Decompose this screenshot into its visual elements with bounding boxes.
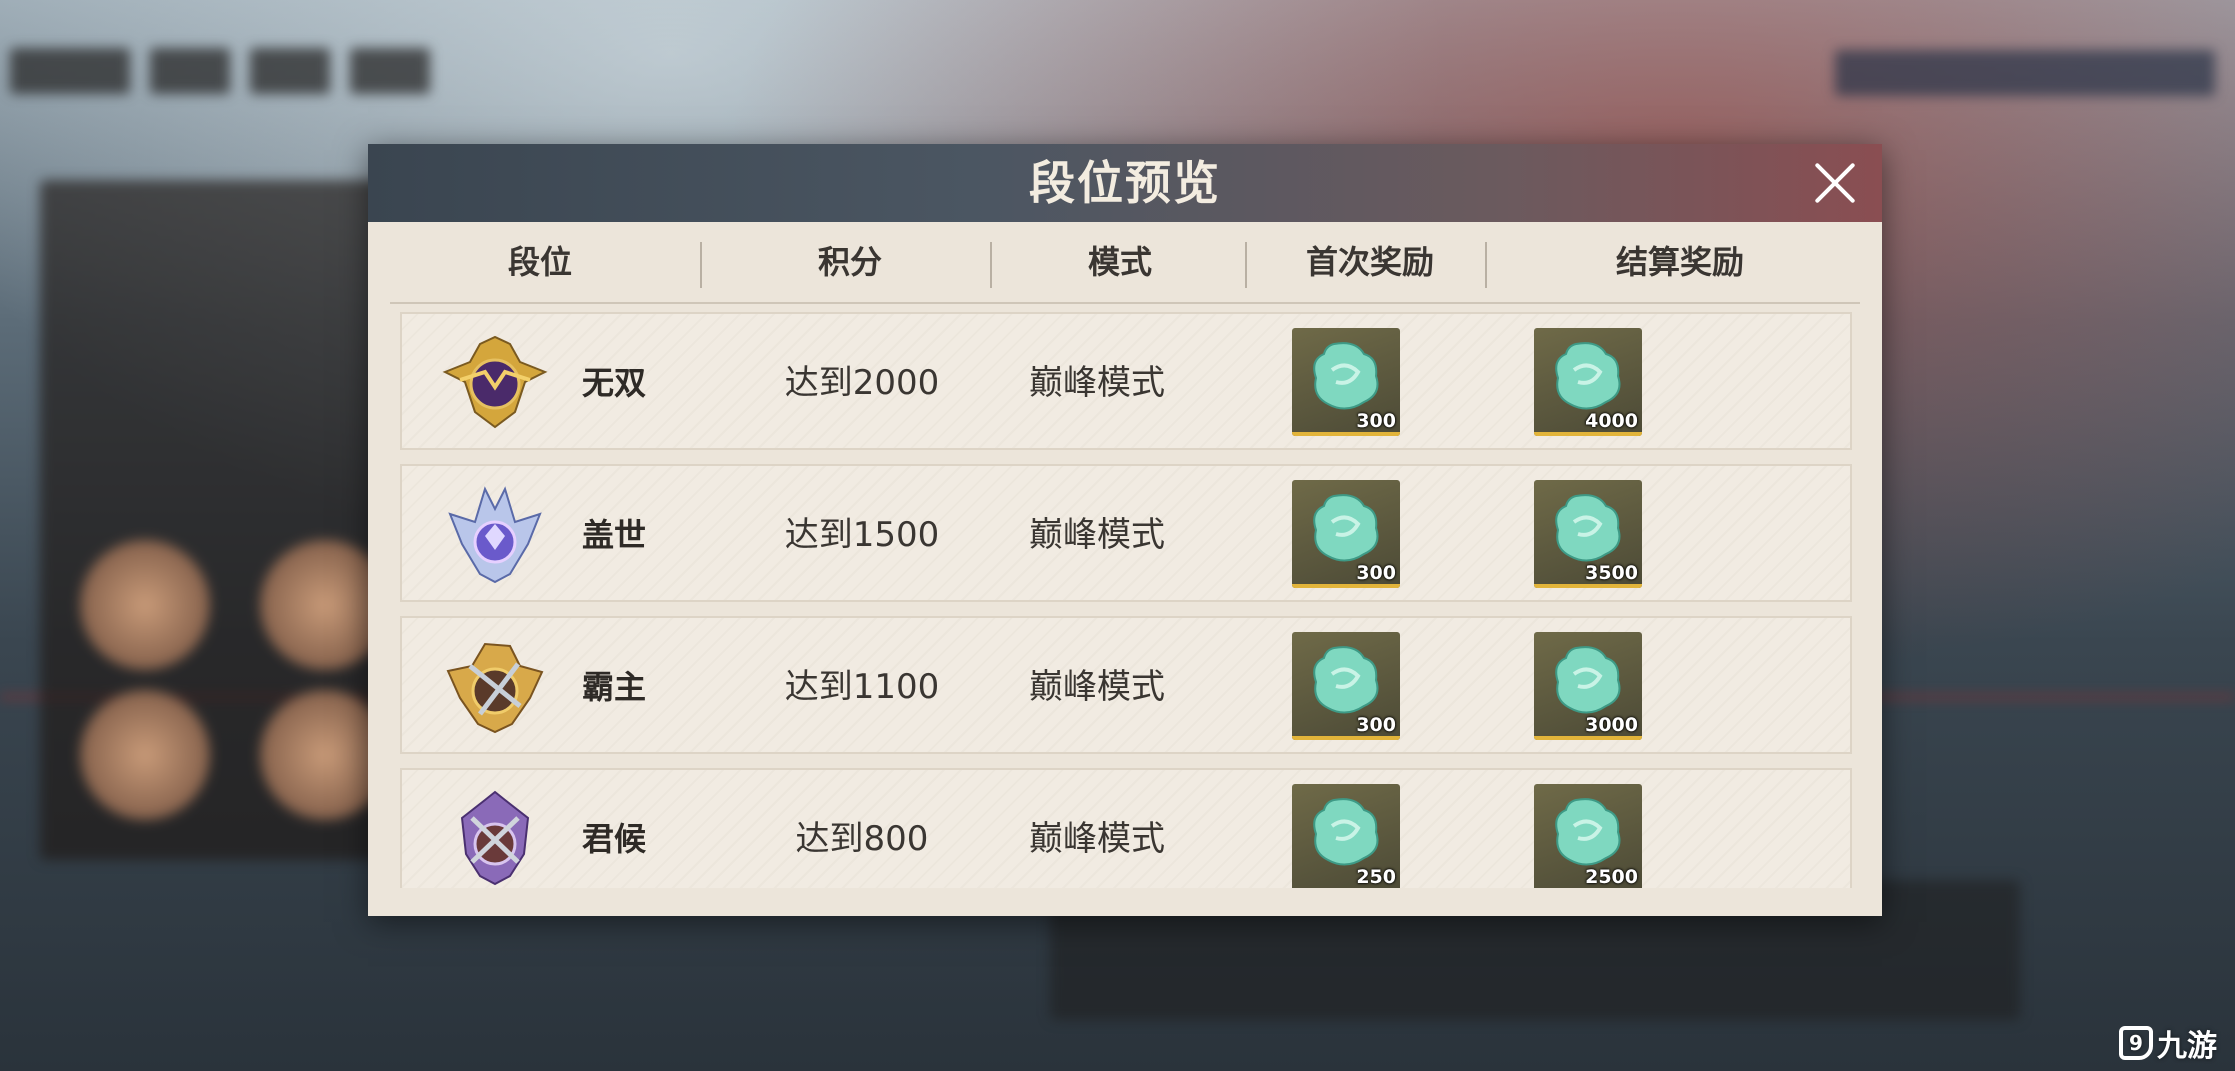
rank-list[interactable]: 无双 达到2000 巅峰模式 300 4000 盖世 达到1500 巅峰模式 3… [400, 312, 1852, 888]
rank-mode: 巅峰模式 [1029, 819, 1165, 859]
column-settle-reward: 结算奖励 [1615, 243, 1744, 281]
first-reward-item[interactable]: 250 [1292, 784, 1400, 888]
rank-emblem-icon [448, 486, 542, 584]
rank-row: 霸主 达到1100 巅峰模式 300 3000 [400, 616, 1852, 754]
background-left-panel [40, 180, 390, 860]
jade-token-icon [1555, 798, 1621, 866]
settle-reward-item[interactable]: 4000 [1534, 328, 1642, 436]
column-score: 积分 [817, 243, 882, 281]
jade-token-icon [1313, 646, 1379, 714]
rank-mode: 巅峰模式 [1029, 363, 1165, 403]
rank-row: 无双 达到2000 巅峰模式 300 4000 [400, 312, 1852, 450]
first-reward-item[interactable]: 300 [1292, 632, 1400, 740]
rank-row: 盖世 达到1500 巅峰模式 300 3500 [400, 464, 1852, 602]
jiuyou-logo-icon: 9 [2119, 1026, 2153, 1060]
reward-quantity: 4000 [1585, 410, 1638, 432]
first-reward-item[interactable]: 300 [1292, 480, 1400, 588]
settle-reward-item[interactable]: 3000 [1534, 632, 1642, 740]
jade-token-icon [1313, 494, 1379, 562]
watermark-text: 九游 [2157, 1029, 2217, 1064]
rank-preview-dialog: 段位预览 段位 积分 模式 首次奖励 结算奖励 无双 达到2000 巅峰模式 3… [368, 144, 1882, 916]
rank-mode: 巅峰模式 [1029, 667, 1165, 707]
table-header: 段位 积分 模式 首次奖励 结算奖励 [390, 222, 1860, 304]
rank-score: 达到800 [795, 819, 929, 859]
dialog-title: 段位预览 [1029, 156, 1221, 210]
close-icon[interactable] [1814, 162, 1856, 204]
reward-quantity: 3500 [1585, 562, 1638, 584]
reward-quantity: 2500 [1585, 866, 1638, 888]
rank-emblem-icon [446, 642, 544, 734]
rank-mode: 巅峰模式 [1029, 515, 1165, 555]
rank-emblem-icon [460, 790, 530, 886]
rank-emblem-icon [442, 335, 548, 429]
rank-name: 盖世 [582, 516, 647, 554]
reward-quantity: 250 [1356, 866, 1396, 888]
watermark: 9 九游 [2119, 1021, 2217, 1065]
rank-name: 无双 [582, 364, 647, 402]
reward-quantity: 300 [1356, 410, 1396, 432]
first-reward-item[interactable]: 300 [1292, 328, 1400, 436]
rank-name: 霸主 [582, 668, 647, 706]
background-resource-bar [1835, 50, 2215, 96]
jade-token-icon [1555, 342, 1621, 410]
dialog-header: 段位预览 [368, 144, 1882, 222]
jade-token-icon [1555, 646, 1621, 714]
reward-quantity: 300 [1356, 714, 1396, 736]
rank-row: 君候 达到800 巅峰模式 250 2500 [400, 768, 1852, 888]
column-rank: 段位 [507, 243, 572, 281]
settle-reward-item[interactable]: 3500 [1534, 480, 1642, 588]
column-mode: 模式 [1087, 243, 1152, 281]
jade-token-icon [1313, 798, 1379, 866]
rank-score: 达到1100 [784, 667, 940, 707]
rank-score: 达到1500 [784, 515, 940, 555]
reward-quantity: 300 [1356, 562, 1396, 584]
jade-token-icon [1313, 342, 1379, 410]
rank-name: 君候 [582, 820, 647, 858]
settle-reward-item[interactable]: 2500 [1534, 784, 1642, 888]
jade-token-icon [1555, 494, 1621, 562]
reward-quantity: 3000 [1585, 714, 1638, 736]
column-first-reward: 首次奖励 [1305, 243, 1434, 281]
background-top-bar [10, 48, 430, 94]
rank-score: 达到2000 [784, 363, 940, 403]
